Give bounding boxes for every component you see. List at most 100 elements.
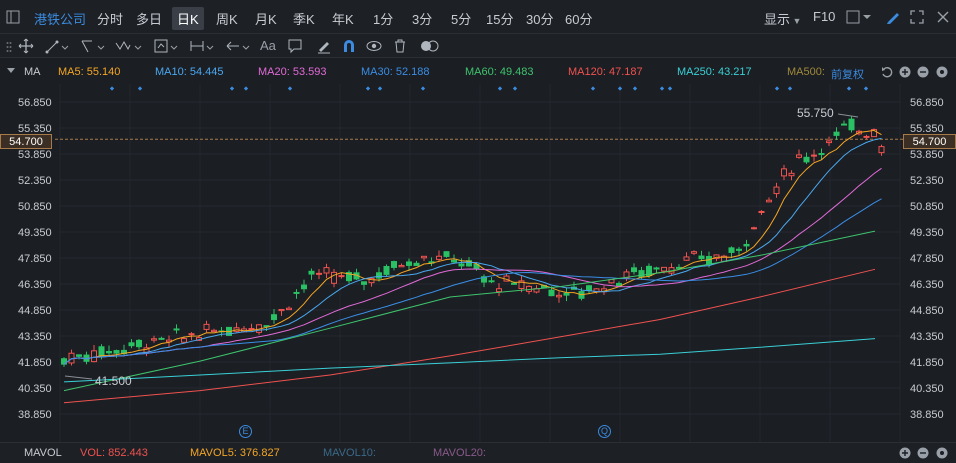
event-diamond [229,86,235,91]
event-diamond [590,86,596,91]
event-marker-q[interactable]: Q [598,425,611,438]
tab-period-3min[interactable]: 3分 [412,9,432,28]
comment-icon[interactable] [287,38,303,54]
tab-period-30min[interactable]: 30分 [526,9,553,28]
zoom-in-icon[interactable] [899,447,911,459]
event-diamond [420,86,426,91]
tab-period-multiday[interactable]: 多日 [136,9,162,28]
ma10-label: MA10: 54.445 [155,66,224,78]
candle [391,261,397,268]
tab-period-weekly[interactable]: 周K [216,9,238,28]
ma30-label: MA30: 52.188 [361,66,430,78]
f10-button[interactable]: F10 [813,9,835,24]
kline-chart[interactable]: 56.850 55.350 53.850 52.350 50.850 49.35… [0,84,956,442]
expand-icon[interactable] [910,10,924,24]
volume-legend-bar: MAVOL VOL: 852.443 MAVOL5: 376.827 MAVOL… [0,442,956,463]
wave-tool-icon[interactable] [115,38,143,54]
grip-icon [6,42,12,52]
tab-period-1min[interactable]: 1分 [373,9,393,28]
zoom-out-icon[interactable] [917,447,929,459]
tab-period-5min[interactable]: 5分 [451,9,471,28]
tab-period-60min[interactable]: 60分 [565,9,592,28]
eraser-icon[interactable] [316,38,332,54]
event-diamond [497,86,503,91]
y-label: 50.850 [910,201,944,213]
candle [188,333,195,336]
candle [548,289,555,297]
candle [398,264,405,268]
candle [271,314,277,321]
candle [788,172,795,177]
y-label: 47.850 [18,253,52,265]
event-diamond [863,86,869,91]
text-tool-button[interactable]: Aa [260,38,276,53]
arrow-tool-icon[interactable] [225,38,251,54]
volume-title[interactable]: MAVOL [24,447,62,459]
draw-pen-icon[interactable] [885,9,901,25]
candle [728,247,735,253]
chevron-down-icon: ▼ [790,16,802,26]
settings-icon[interactable] [936,66,948,78]
event-marker-e[interactable]: E [239,425,252,438]
fib-tool-icon[interactable] [80,38,106,54]
ma-title[interactable]: MA [24,66,41,78]
candle [361,281,367,285]
y-label: 40.350 [18,383,52,395]
candle [98,346,105,357]
candle [833,131,840,136]
event-diamond [377,86,383,91]
collapse-icon[interactable] [6,67,16,75]
y-label: 52.350 [910,175,944,187]
event-diamond [287,86,293,91]
zoom-in-icon[interactable] [899,66,911,78]
candle [758,210,765,213]
tab-period-daily[interactable]: 日K [172,7,204,30]
candle [773,186,780,195]
y-label: 53.850 [910,149,944,161]
y-label: 38.850 [18,409,52,421]
magnet-icon[interactable] [341,38,357,54]
kline-canvas[interactable] [0,84,956,442]
close-icon[interactable] [936,10,950,24]
crosshair-icon[interactable] [18,38,34,54]
candle [751,227,757,230]
display-menu[interactable]: 显示 ▼ [764,9,801,28]
event-diamond [632,86,638,91]
y-label: 38.850 [910,409,944,421]
tab-period-intraday[interactable]: 分时 [97,9,123,28]
reset-icon[interactable] [881,66,893,78]
tab-period-quarterly[interactable]: 季K [293,9,315,28]
range-tool-icon[interactable] [189,38,215,54]
layout-select-icon[interactable] [846,10,872,24]
event-diamond [617,86,623,91]
stock-name: 港铁公司 [34,12,87,27]
settings-icon[interactable] [936,447,948,459]
candle [458,263,465,267]
sidebar-toggle-icon[interactable] [6,10,20,24]
event-diamond [667,86,673,91]
adjust-mode[interactable]: 前复权 [831,66,864,82]
y-label: 41.850 [18,357,52,369]
candle [136,339,142,348]
chart-tool-icon[interactable] [154,38,180,54]
tab-period-monthly[interactable]: 月K [255,9,277,28]
tab-period-15min[interactable]: 15分 [486,9,513,28]
annotation-leader [64,375,93,380]
event-diamond [774,86,780,91]
eye-icon[interactable] [366,38,382,54]
event-marker-e-label: E [242,426,249,436]
candle [286,307,292,311]
candle [413,262,420,266]
line-tool-icon[interactable] [45,38,69,54]
y-label: 43.350 [910,331,944,343]
candle [436,255,442,260]
candle [323,267,330,274]
annotation-leader [837,113,859,118]
tab-period-yearly[interactable]: 年K [332,9,354,28]
toggle-icon[interactable] [420,38,440,54]
zoom-out-icon[interactable] [917,66,929,78]
trash-icon[interactable] [392,38,408,54]
candle [653,267,660,270]
candle [211,329,217,333]
y-label: 43.350 [18,331,52,343]
